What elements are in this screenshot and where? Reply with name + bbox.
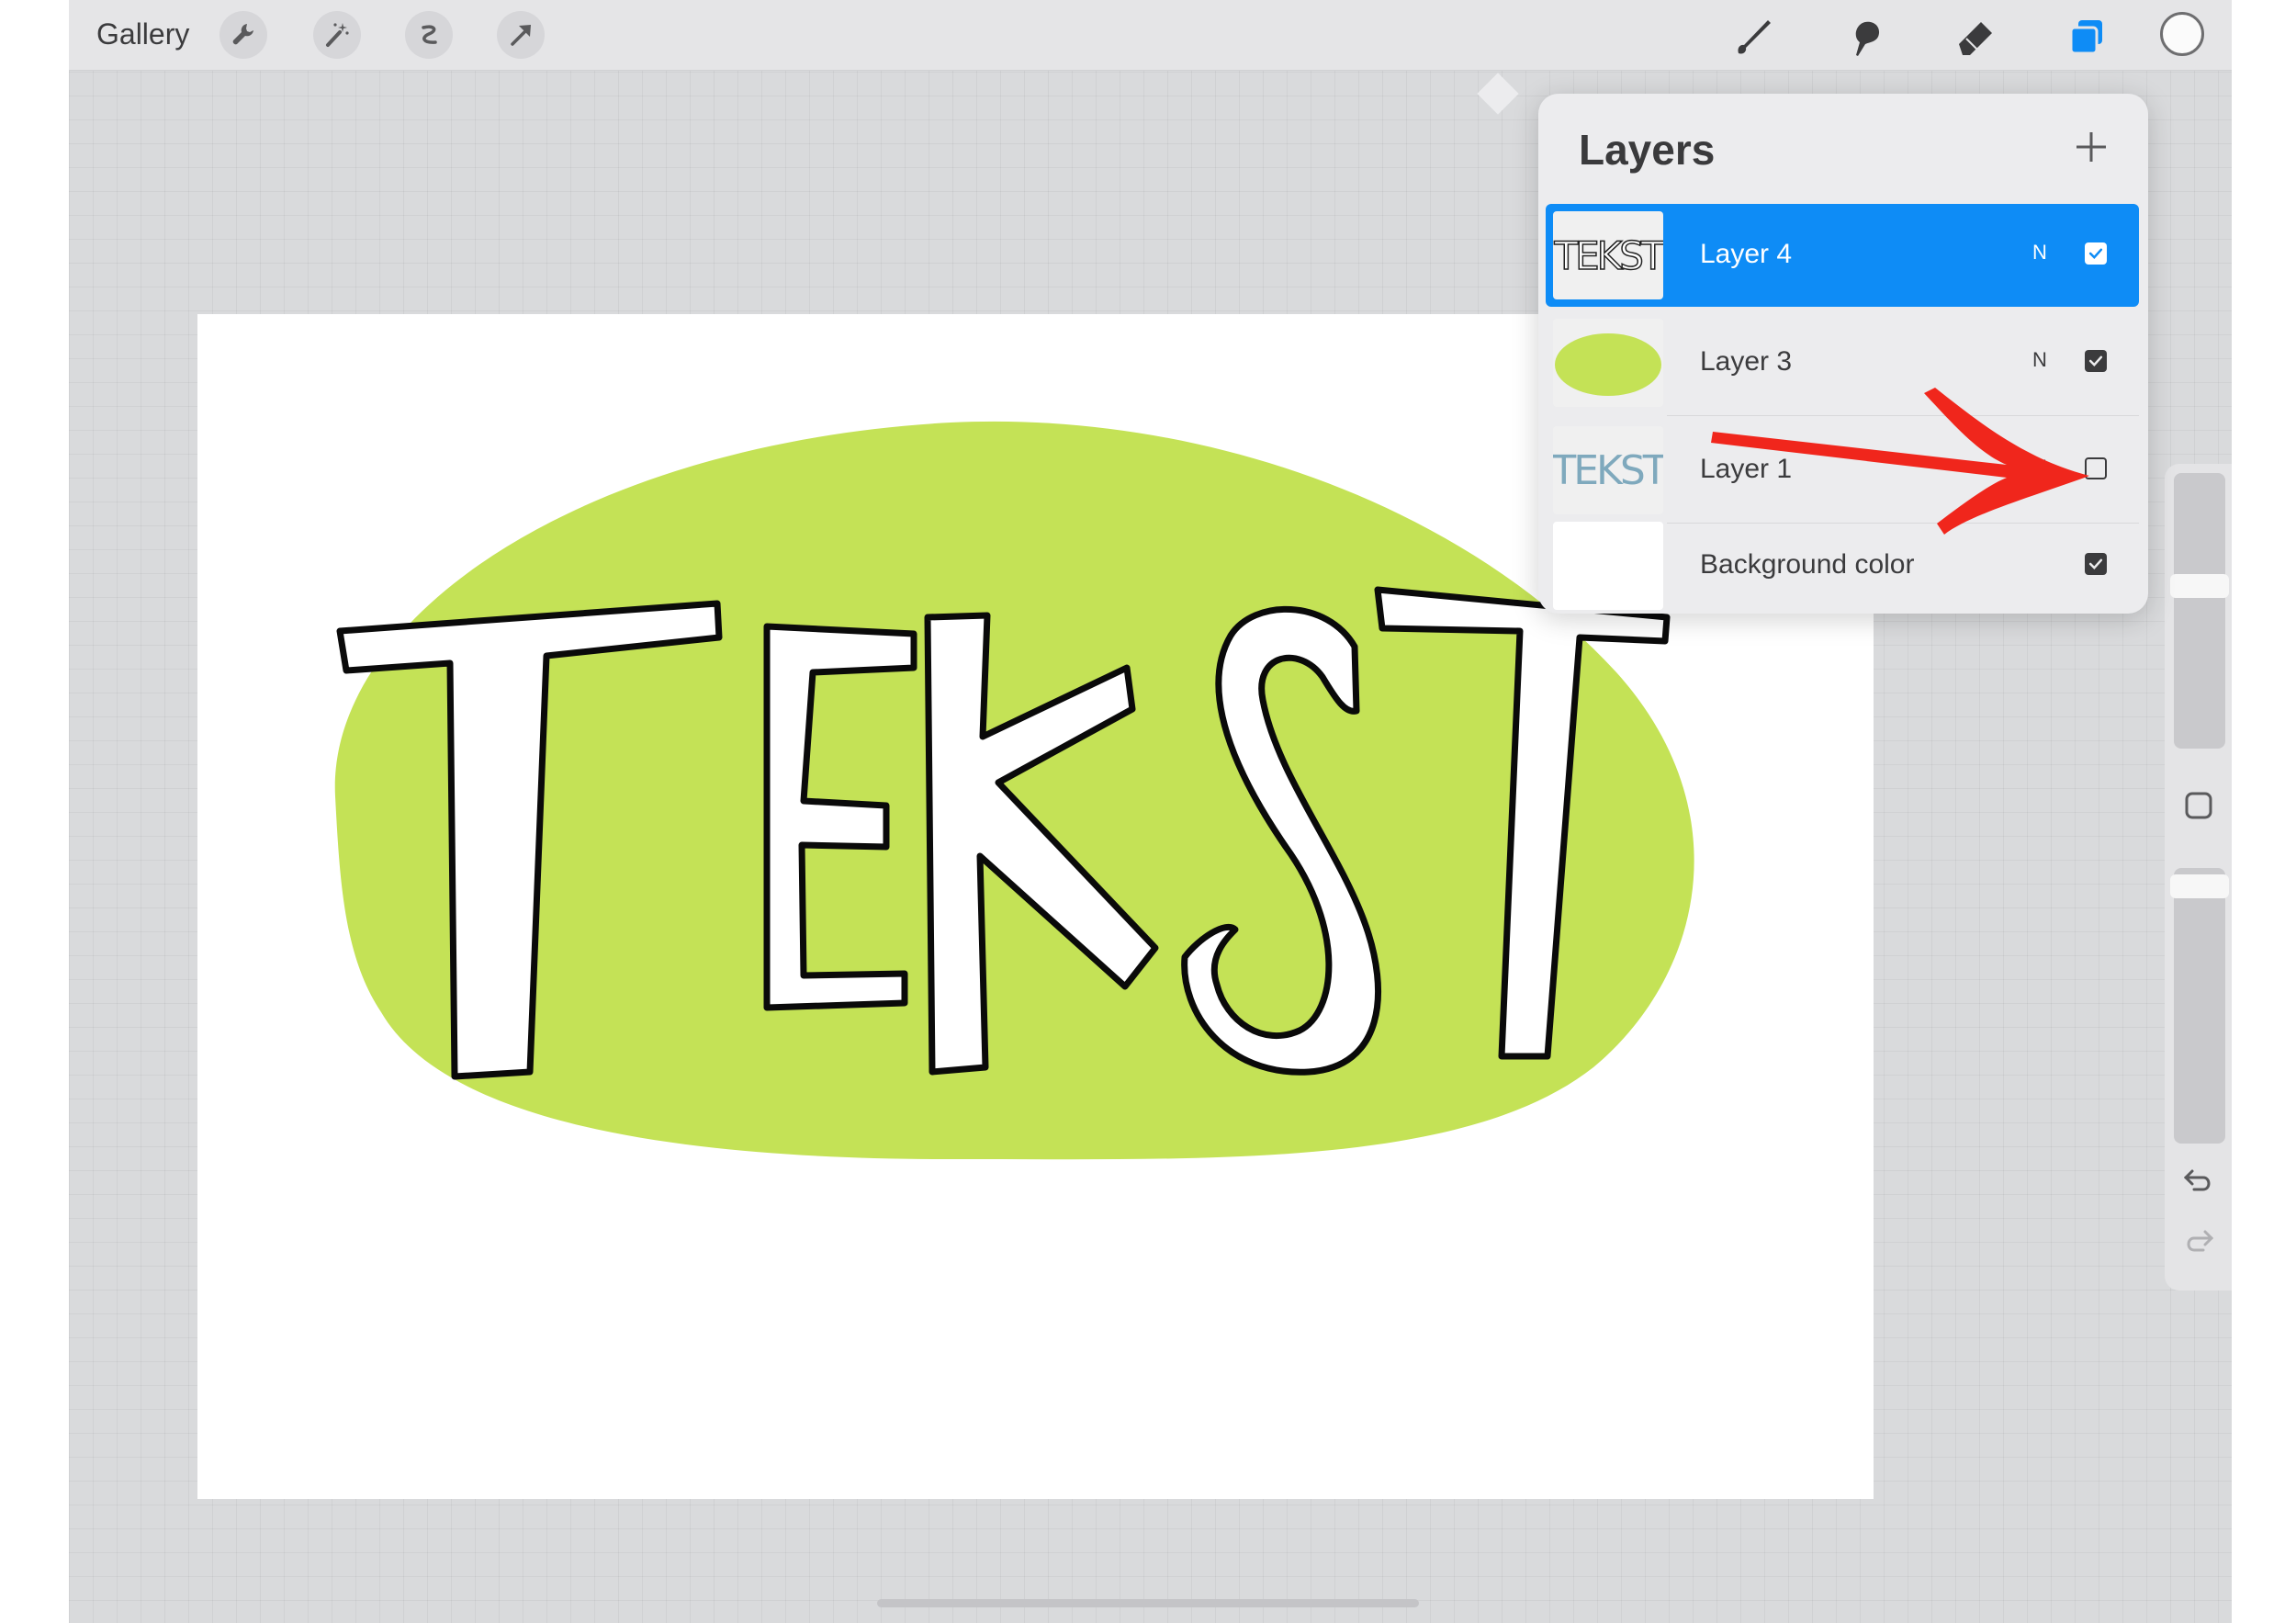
- opacity-slider[interactable]: [2174, 868, 2225, 1144]
- blend-mode-button[interactable]: N: [2032, 348, 2047, 372]
- blend-mode-button[interactable]: N: [2032, 241, 2047, 265]
- selection-icon[interactable]: [405, 11, 453, 59]
- color-picker-button[interactable]: [2160, 12, 2204, 56]
- panel-pointer: [1477, 73, 1519, 115]
- layer-thumbnail: [1553, 522, 1663, 610]
- layer-thumbnail: [1553, 319, 1663, 407]
- visibility-checkbox[interactable]: [2085, 553, 2107, 575]
- undo-icon[interactable]: [2181, 1164, 2216, 1199]
- brush-size-slider[interactable]: [2174, 473, 2225, 749]
- wrench-icon[interactable]: [219, 11, 267, 59]
- layer-thumbnail: TEKST: [1553, 211, 1663, 299]
- layer-row-layer-4[interactable]: TEKST Layer 4 N: [1546, 204, 2139, 307]
- visibility-checkbox[interactable]: [2085, 350, 2107, 372]
- layer-name: Layer 3: [1700, 346, 1793, 377]
- opacity-thumb[interactable]: [2170, 874, 2229, 898]
- blob-thumbnail-icon: [1555, 333, 1661, 396]
- layer-thumbnail: TEKST: [1553, 426, 1663, 514]
- eraser-icon[interactable]: [1950, 11, 2001, 62]
- gallery-button[interactable]: Gallery: [96, 17, 189, 51]
- thumbnail-text: TEKST: [1553, 446, 1663, 494]
- right-sidebar: [2165, 464, 2232, 1291]
- smudge-icon[interactable]: [1840, 11, 1891, 62]
- layers-icon[interactable]: [2062, 11, 2113, 62]
- brush-icon[interactable]: [1728, 11, 1779, 62]
- add-layer-button[interactable]: [2071, 127, 2111, 167]
- layer-name: Background color: [1700, 549, 1915, 580]
- home-indicator[interactable]: [877, 1599, 1419, 1607]
- red-arrow-annotation: [1711, 388, 2089, 535]
- redo-icon[interactable]: [2181, 1224, 2216, 1259]
- layer-name: Layer 4: [1700, 239, 1793, 269]
- layers-title: Layers: [1579, 126, 1716, 174]
- brush-size-thumb[interactable]: [2170, 574, 2229, 598]
- magic-wand-icon[interactable]: [313, 11, 361, 59]
- procreate-app: Gallery Layers TEKST Layer 4 N Layer 3 N…: [69, 0, 2232, 1623]
- thumbnail-text: TEKST: [1554, 232, 1663, 279]
- transform-arrow-icon[interactable]: [497, 11, 545, 59]
- top-toolbar: Gallery: [69, 0, 2232, 71]
- visibility-checkbox[interactable]: [2085, 242, 2107, 265]
- modify-square-icon[interactable]: [2183, 790, 2214, 821]
